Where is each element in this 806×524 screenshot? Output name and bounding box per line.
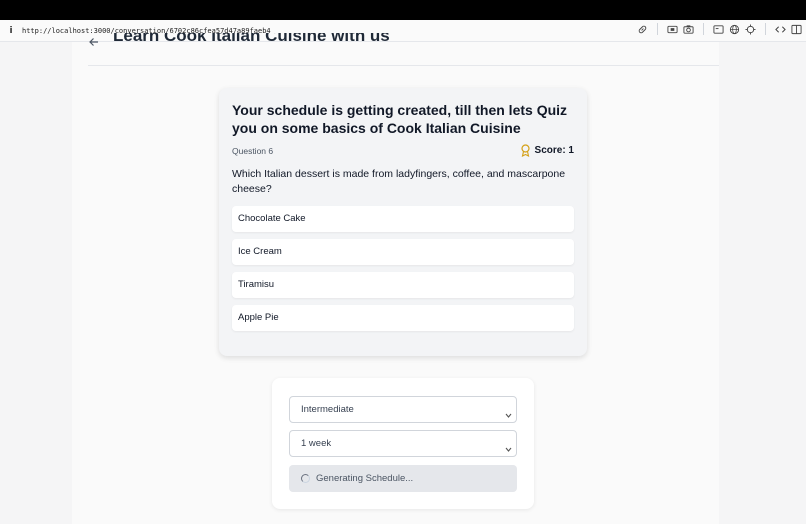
schedule-form: Intermediate 1 week Generating Schedule.…	[272, 378, 534, 509]
score-text: Score: 1	[534, 145, 574, 156]
crosshair-icon[interactable]	[745, 23, 756, 35]
answer-option[interactable]: Apple Pie	[232, 305, 574, 331]
generating-status-text: Generating Schedule...	[316, 473, 414, 484]
duration-select-value: 1 week	[301, 438, 332, 449]
question-text: Which Italian dessert is made from ladyf…	[232, 168, 566, 195]
page-title: Learn Cook Italian Cuisine with us	[113, 33, 390, 45]
info-icon[interactable]: i	[0, 26, 22, 36]
question-number: Question 6	[232, 146, 274, 156]
answer-option[interactable]: Chocolate Cake	[232, 206, 574, 232]
code-icon[interactable]	[775, 24, 786, 35]
generating-schedule-button[interactable]: Generating Schedule...	[289, 465, 517, 492]
quiz-card: Your schedule is getting created, till t…	[219, 88, 587, 356]
duration-select[interactable]: 1 week	[289, 430, 517, 457]
spinner-icon	[301, 474, 310, 483]
answer-option[interactable]: Tiramisu	[232, 272, 574, 298]
quiz-heading: Your schedule is getting created, till t…	[232, 102, 568, 136]
chevron-down-icon	[504, 439, 513, 452]
level-select-value: Intermediate	[301, 404, 354, 415]
back-arrow-icon[interactable]	[88, 35, 100, 47]
level-select[interactable]: Intermediate	[289, 396, 517, 423]
award-icon	[520, 144, 530, 157]
toolbar-divider	[765, 23, 766, 35]
globe-icon[interactable]	[729, 24, 740, 35]
sidebar-icon[interactable]	[791, 24, 802, 35]
page-header: Learn Cook Italian Cuisine with us	[88, 33, 719, 66]
top-black-bar	[0, 0, 806, 20]
score-badge: Score: 1	[520, 144, 574, 157]
chevron-down-icon	[504, 405, 513, 418]
answer-option[interactable]: Ice Cream	[232, 239, 574, 265]
